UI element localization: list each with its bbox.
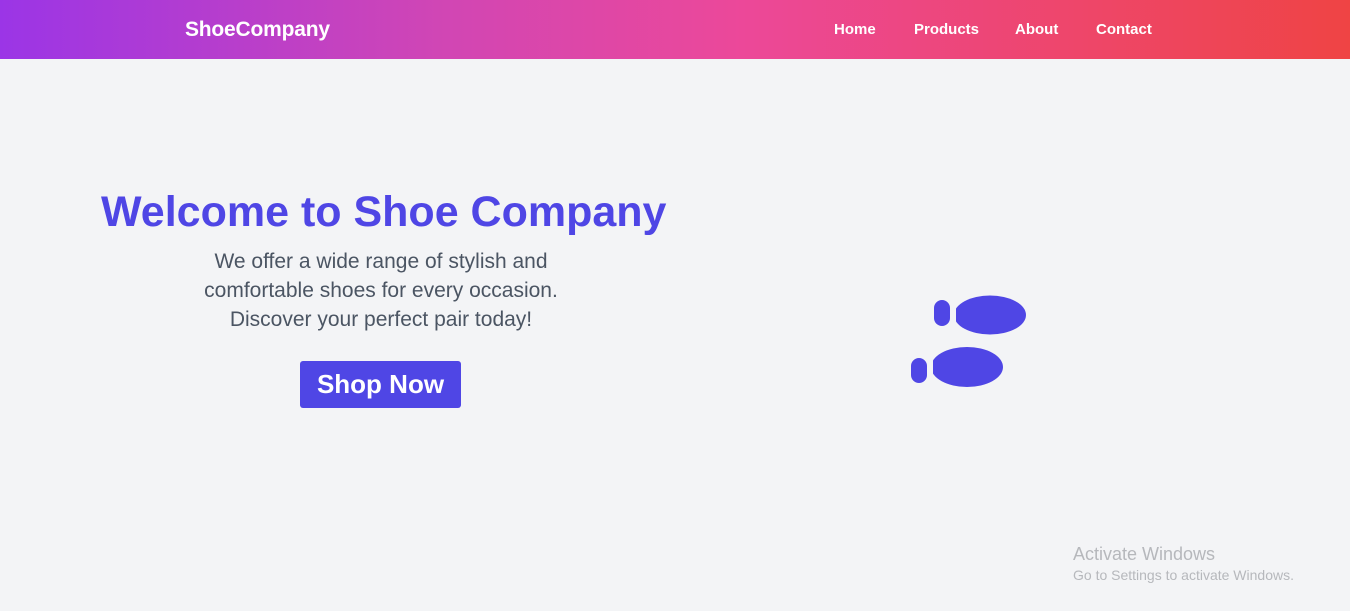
watermark-subtitle: Go to Settings to activate Windows. — [1073, 567, 1294, 583]
footprint-heel-lower — [911, 358, 927, 383]
nav-link-products[interactable]: Products — [914, 20, 979, 40]
footprints-icon — [911, 295, 1026, 387]
nav-link-home[interactable]: Home — [834, 20, 876, 40]
nav-link-contact[interactable]: Contact — [1096, 20, 1152, 40]
footprint-sole-lower — [931, 347, 1003, 387]
nav-link-about[interactable]: About — [1015, 20, 1058, 40]
activate-windows-watermark: Activate Windows Go to Settings to activ… — [1073, 543, 1294, 585]
brand-logo-link[interactable]: ShoeCompany — [185, 17, 330, 43]
hero-title: Welcome to Shoe Company — [101, 188, 667, 236]
navbar: ShoeCompany Home Products About Contact — [0, 0, 1350, 59]
footprint-sole-upper — [954, 295, 1026, 335]
footprint-heel-upper — [934, 300, 950, 326]
hero-description: We offer a wide range of stylish and com… — [204, 250, 558, 331]
watermark-title: Activate Windows — [1073, 544, 1216, 564]
shop-now-button[interactable]: Shop Now — [300, 361, 461, 408]
